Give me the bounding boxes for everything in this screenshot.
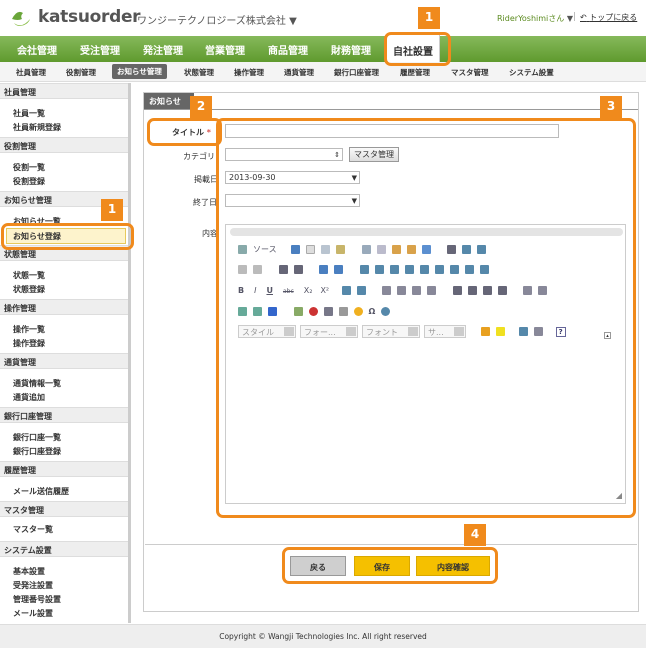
tab-operations[interactable]: 操作管理 — [234, 67, 264, 78]
content-tab-divider — [144, 109, 638, 110]
highlight-frame — [147, 118, 222, 146]
callout-badge: 3 — [600, 96, 622, 118]
end-date-label: 終了日 — [193, 198, 217, 207]
top-bar: katsuorder ワンジーテクノロジーズ株式会社 ▼ RiderYoshim… — [0, 0, 646, 36]
tab-roles[interactable]: 役割管理 — [66, 67, 96, 78]
callout-badge: 4 — [464, 524, 486, 546]
main-nav-finance[interactable]: 財務管理 — [331, 42, 371, 57]
sidebar-section-title: 銀行口座管理 — [0, 407, 128, 423]
sidebar-item-bank-list[interactable]: 銀行口座一覧 — [13, 432, 61, 443]
main-nav: 会社管理 受注管理 発注管理 営業管理 商品管理 財務管理 自社設置 — [0, 34, 646, 62]
sidebar-item-role-list[interactable]: 役割一覧 — [13, 162, 45, 173]
callout-badge: 1 — [101, 199, 123, 221]
main-nav-products[interactable]: 商品管理 — [268, 42, 308, 57]
highlight-frame — [384, 32, 451, 66]
category-label: カテゴリ — [183, 152, 215, 161]
logo-icon — [12, 11, 30, 26]
footer: Copyright © Wangji Technologies Inc. All… — [0, 624, 646, 648]
sidebar-item-operation-list[interactable]: 操作一覧 — [13, 324, 45, 335]
content-tab: お知らせ — [144, 93, 194, 109]
sidebar-item-master-list[interactable]: マスター覧 — [13, 524, 53, 535]
main-nav-orders[interactable]: 受注管理 — [80, 42, 120, 57]
user-name: RiderYoshimiさん — [497, 14, 565, 23]
tab-system[interactable]: システム設置 — [509, 67, 554, 78]
post-date-label: 掲載日 — [194, 175, 218, 184]
sidebar-item-status-register[interactable]: 状態登録 — [13, 284, 45, 295]
logo-text: katsuorder — [38, 7, 141, 27]
highlight-frame — [1, 223, 134, 250]
sidebar-item-currency-add[interactable]: 通貨追加 — [13, 392, 45, 403]
sidebar-section-title: 通貨管理 — [0, 353, 128, 369]
tab-master[interactable]: マスタ管理 — [451, 67, 489, 78]
callout-badge: 1 — [418, 7, 440, 29]
tab-notices[interactable]: お知らせ管理 — [112, 64, 167, 79]
sidebar-item-bank-register[interactable]: 銀行口座登録 — [13, 446, 61, 457]
sidebar-item-basic-settings[interactable]: 基本設置 — [13, 566, 45, 577]
callout-badge: 2 — [190, 96, 212, 118]
return-arrow-icon: ↶ — [580, 13, 587, 22]
sidebar-section-title: 履歴管理 — [0, 461, 128, 477]
highlight-frame — [282, 547, 498, 584]
header-separator: | — [573, 12, 577, 22]
company-selector[interactable]: ワンジーテクノロジーズ株式会社 ▼ — [137, 12, 297, 27]
tab-currency[interactable]: 通貨管理 — [284, 67, 314, 78]
sidebar-item-status-list[interactable]: 状態一覧 — [13, 270, 45, 281]
back-to-top-label: トップに戻る — [589, 13, 638, 22]
sidebar: 社員管理 社員一覧 社員新規登録 役割管理 役割一覧 役割登録 お知らせ管理 お… — [0, 83, 131, 623]
sidebar-item-currency-list[interactable]: 通貨情報一覧 — [13, 378, 61, 389]
form-divider — [145, 544, 637, 545]
sidebar-section-title: 役割管理 — [0, 137, 128, 153]
tab-bank-accounts[interactable]: 銀行口座管理 — [334, 67, 379, 78]
sidebar-section-title: システム設置 — [0, 541, 128, 557]
main-nav-purchase[interactable]: 発注管理 — [143, 42, 183, 57]
sidebar-item-order-settings[interactable]: 受発注設置 — [13, 580, 53, 591]
highlight-frame — [216, 118, 636, 518]
back-to-top-link[interactable]: ↶ トップに戻る — [580, 12, 637, 23]
sidebar-item-operation-register[interactable]: 操作登録 — [13, 338, 45, 349]
sidebar-item-employee-list[interactable]: 社員一覧 — [13, 108, 45, 119]
user-menu[interactable]: RiderYoshimiさん ▼ — [497, 13, 573, 24]
sub-nav: 社員管理 役割管理 お知らせ管理 状態管理 操作管理 通貨管理 銀行口座管理 履… — [0, 62, 646, 82]
tab-status[interactable]: 状態管理 — [184, 67, 214, 78]
sidebar-section-title: 社員管理 — [0, 83, 128, 99]
tab-employees[interactable]: 社員管理 — [16, 67, 46, 78]
main-nav-sales[interactable]: 営業管理 — [205, 42, 245, 57]
sidebar-item-mail-settings[interactable]: メール設置 — [13, 608, 53, 619]
tab-history[interactable]: 履歴管理 — [400, 67, 430, 78]
sidebar-item-role-register[interactable]: 役割登録 — [13, 176, 45, 187]
sidebar-item-employee-register[interactable]: 社員新規登録 — [13, 122, 61, 133]
sidebar-section-title: 操作管理 — [0, 299, 128, 315]
sidebar-item-mail-history[interactable]: メール送信履歴 — [13, 486, 69, 497]
sidebar-item-number-settings[interactable]: 管理番号設置 — [13, 594, 61, 605]
main-nav-company[interactable]: 会社管理 — [17, 42, 57, 57]
sidebar-section-title: マスタ管理 — [0, 501, 128, 517]
